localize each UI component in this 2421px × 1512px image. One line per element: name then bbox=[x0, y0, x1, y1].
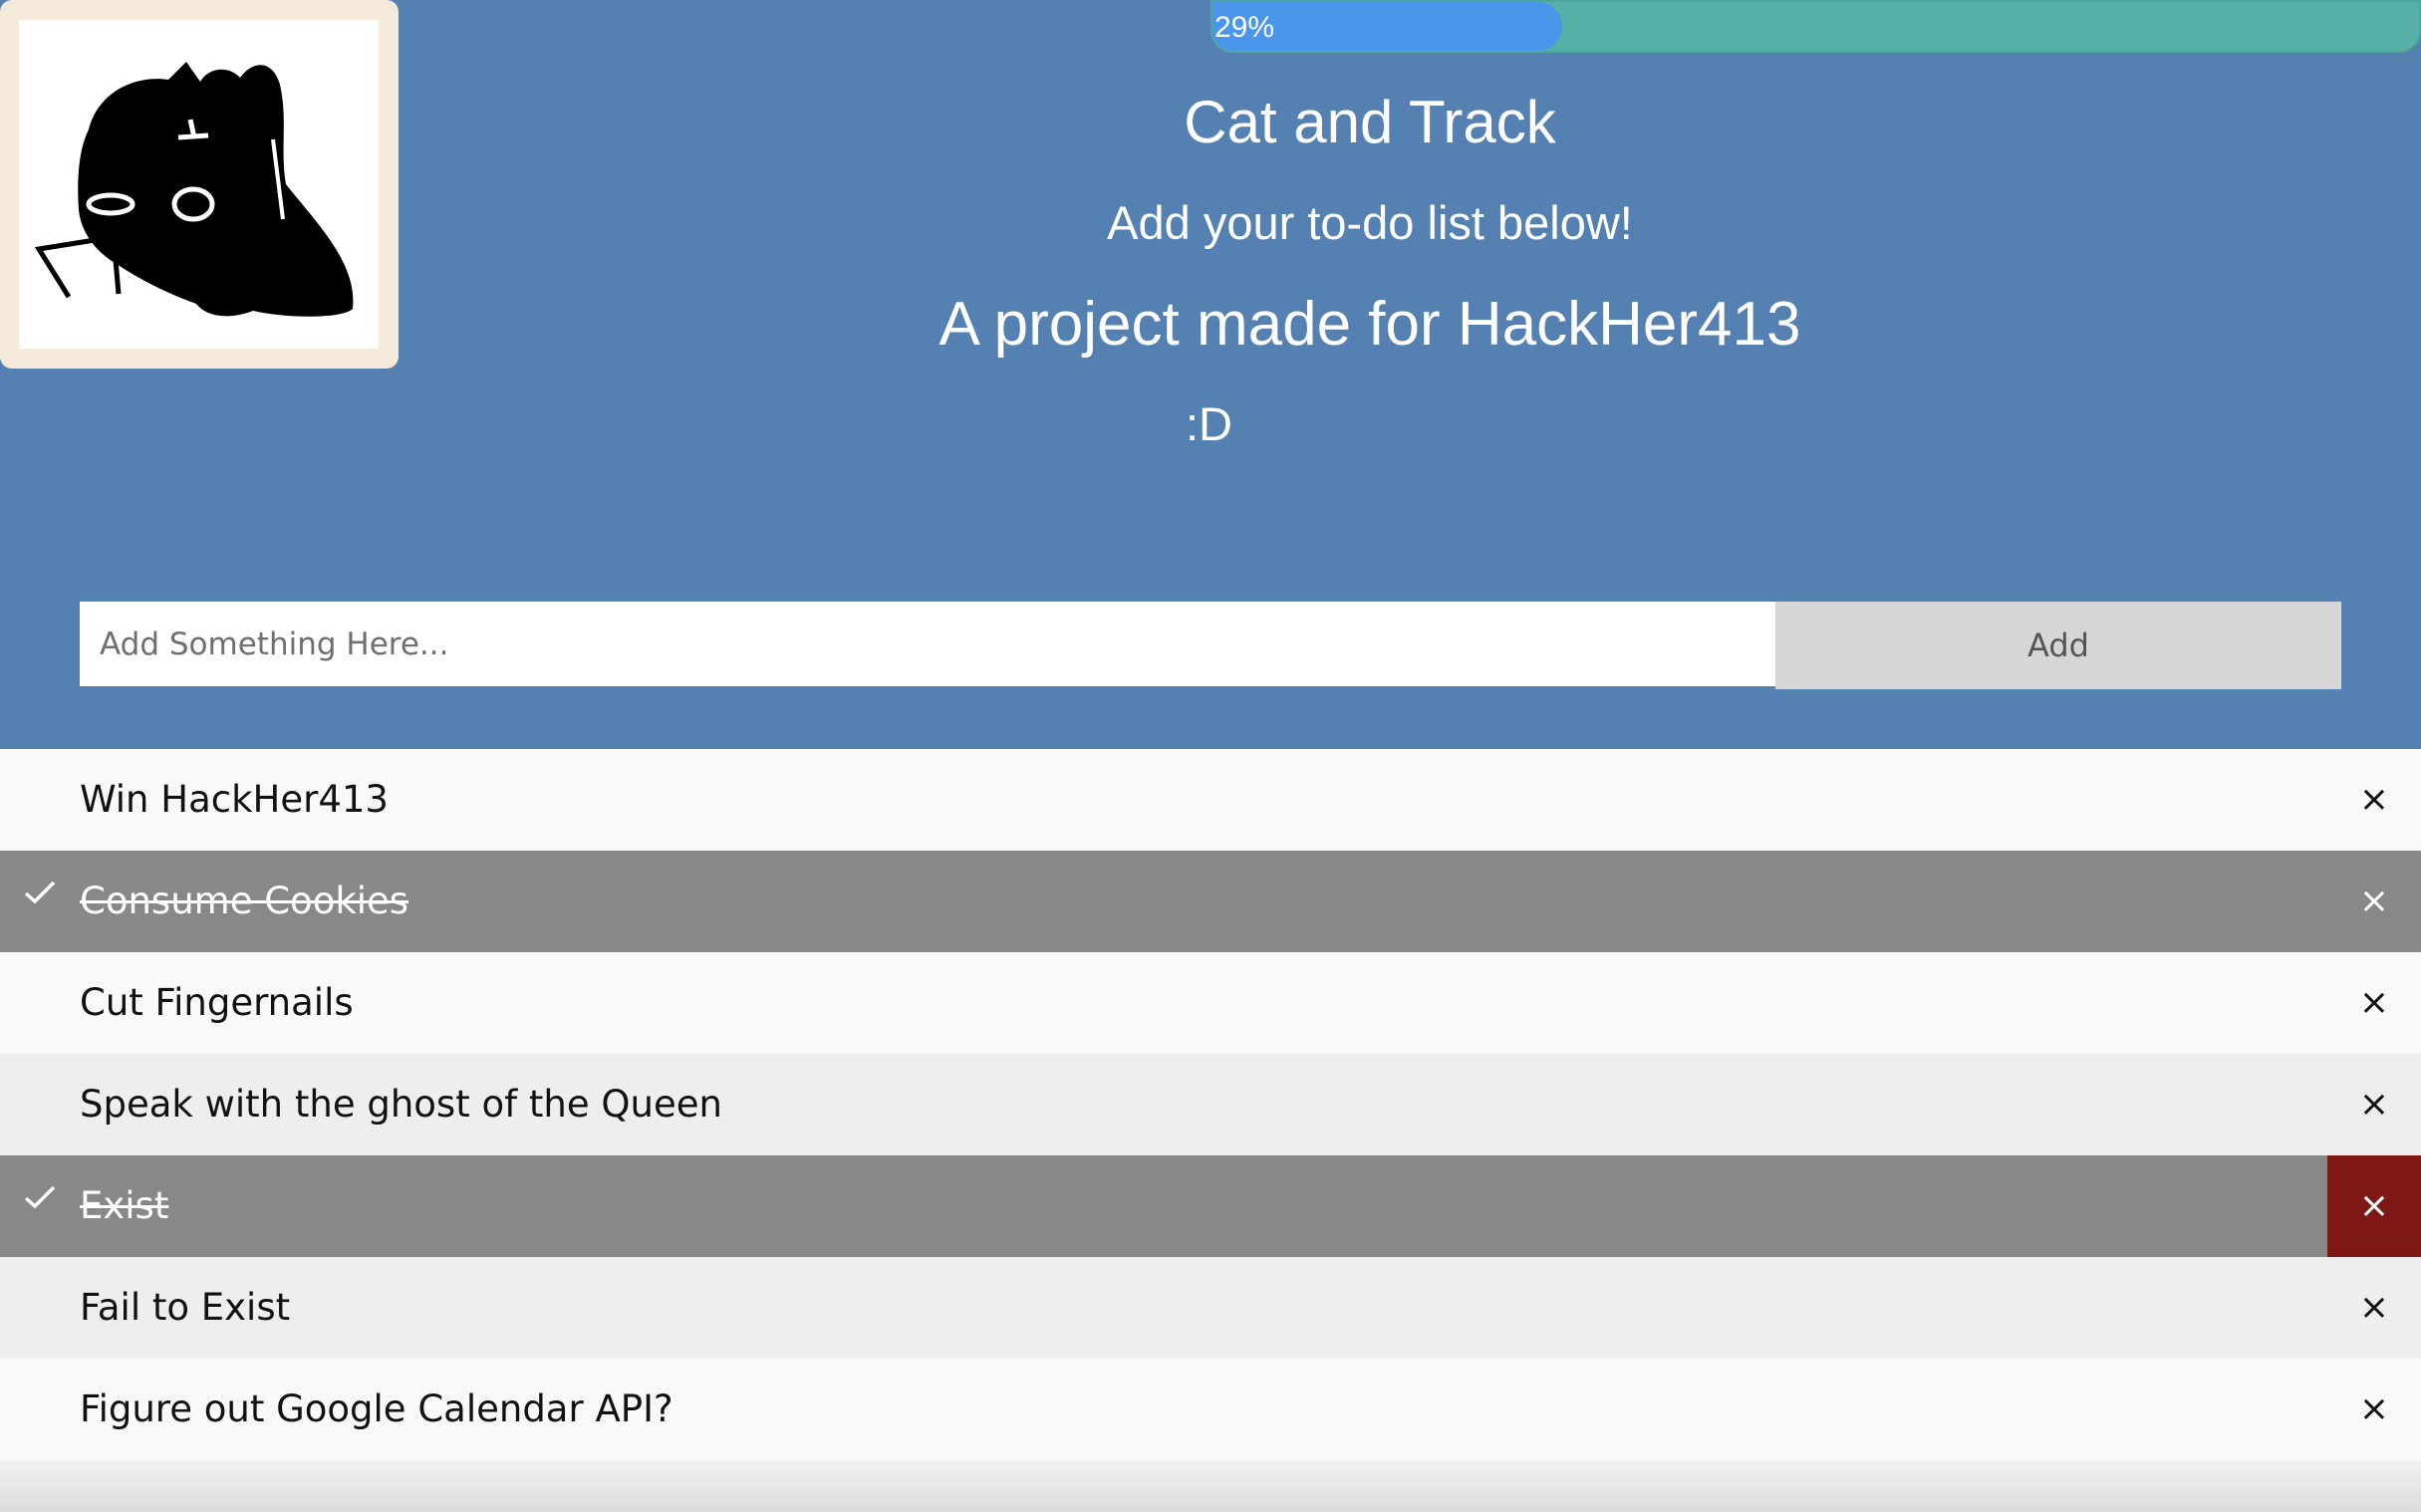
todo-list: Win HackHer413 × Consume Cookies × Cut Finge… bbox=[0, 749, 2421, 1460]
project-credit: A project made for HackHer413 bbox=[939, 290, 1801, 359]
todo-item[interactable]: Win HackHer413 × bbox=[0, 749, 2421, 851]
todo-item-text: Cut Fingernails bbox=[80, 981, 354, 1024]
todo-item-text: Figure out Google Calendar API? bbox=[80, 1387, 673, 1430]
todo-item-text: Speak with the ghost of the Queen bbox=[80, 1083, 722, 1126]
todo-item[interactable]: Cut Fingernails × bbox=[0, 952, 2421, 1054]
header: 29% Cat and Track Add your to-do list be… bbox=[0, 0, 2421, 749]
close-icon[interactable]: × bbox=[2327, 851, 2421, 952]
app-root: 29% Cat and Track Add your to-do list be… bbox=[0, 0, 2421, 1512]
close-icon[interactable]: × bbox=[2327, 1155, 2421, 1257]
check-icon bbox=[24, 1185, 56, 1209]
progress-bar: 29% bbox=[1210, 0, 2421, 53]
add-todo-row: Add bbox=[80, 602, 2341, 689]
close-icon[interactable]: × bbox=[2327, 1359, 2421, 1460]
todo-item[interactable]: Exist × bbox=[0, 1155, 2421, 1257]
todo-item[interactable]: Speak with the ghost of the Queen × bbox=[0, 1054, 2421, 1155]
todo-item-text: Fail to Exist bbox=[80, 1286, 291, 1329]
subtitle: Add your to-do list below! bbox=[1107, 196, 1633, 249]
todo-input[interactable] bbox=[80, 602, 1775, 686]
progress-percentage: 29% bbox=[1214, 11, 1275, 44]
todo-item-text: Win HackHer413 bbox=[80, 778, 389, 821]
todo-item-text: Consume Cookies bbox=[80, 880, 409, 922]
close-icon[interactable]: × bbox=[2327, 1054, 2421, 1155]
smiley-text: :D bbox=[1186, 397, 1232, 450]
check-icon bbox=[24, 881, 56, 904]
page-bottom-edge bbox=[0, 1460, 2421, 1512]
todo-item[interactable]: Figure out Google Calendar API? × bbox=[0, 1359, 2421, 1460]
todo-item[interactable]: Fail to Exist × bbox=[0, 1257, 2421, 1359]
todo-item[interactable]: Consume Cookies × bbox=[0, 851, 2421, 952]
todo-item-text: Exist bbox=[80, 1184, 169, 1227]
close-icon[interactable]: × bbox=[2327, 1257, 2421, 1359]
close-icon[interactable]: × bbox=[2327, 952, 2421, 1054]
close-icon[interactable]: × bbox=[2327, 749, 2421, 851]
add-button[interactable]: Add bbox=[1775, 602, 2341, 689]
app-title: Cat and Track bbox=[1184, 89, 1556, 155]
